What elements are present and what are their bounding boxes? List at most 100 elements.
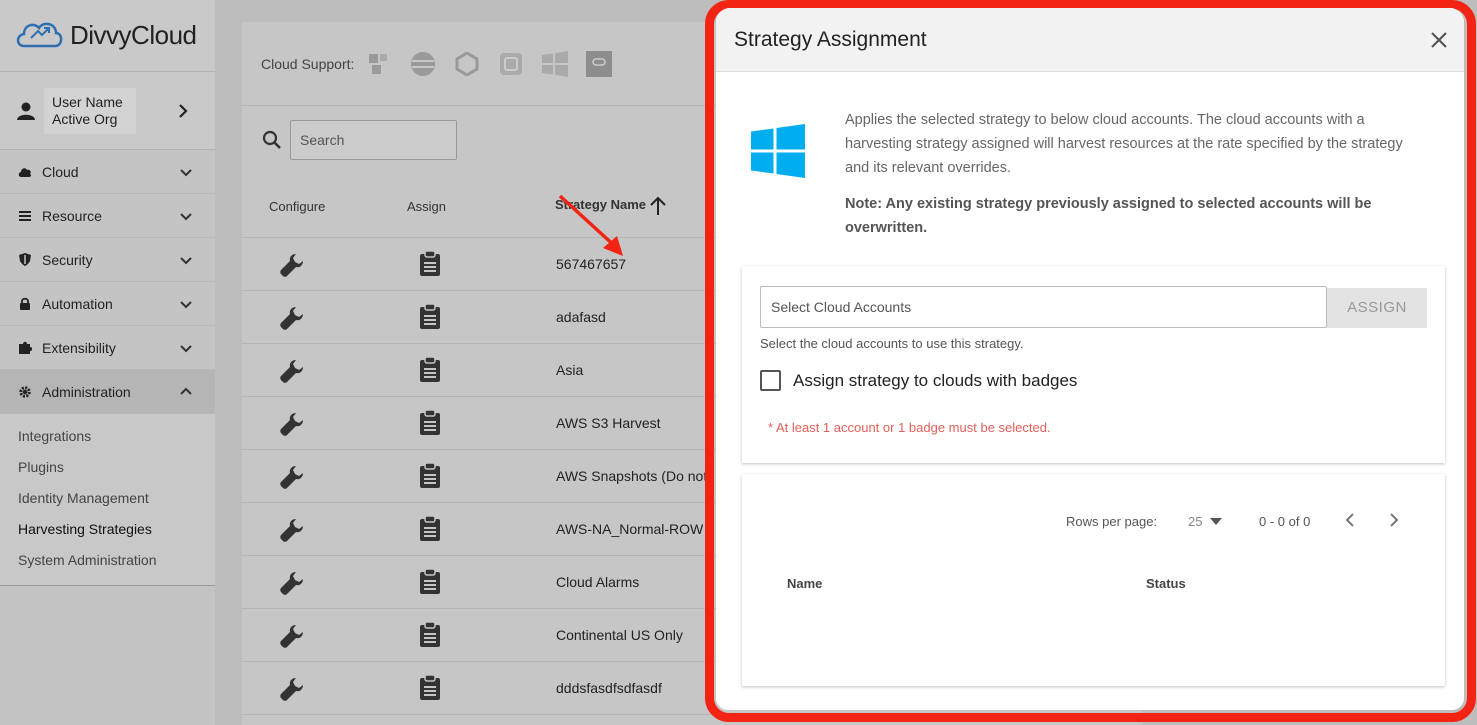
clipboard-icon[interactable] [419,568,441,600]
strategy-name[interactable]: AWS Snapshots (Do not [556,468,707,484]
strategy-name[interactable]: Continental US Only [556,627,683,643]
sidebar: DivvyCloud User Name Active Org Cloud Re… [0,0,215,725]
helper-text: Select the cloud accounts to use this st… [760,336,1024,351]
clipboard-icon[interactable] [419,515,441,547]
chevron-right-icon[interactable] [177,103,189,119]
globe-cloud-icon [410,51,436,77]
submenu-item-identity-management[interactable]: Identity Management [0,482,215,513]
strategy-name[interactable]: dddsfasdfsdfasdf [556,680,662,696]
strategy-assignment-modal: Strategy Assignment Applies the selected… [716,8,1464,710]
badge-checkbox-label[interactable]: Assign strategy to clouds with badges [793,371,1077,391]
select-cloud-accounts-input[interactable]: Select Cloud Accounts [760,286,1327,328]
accounts-table-panel: Rows per page: 25 0 - 0 of 0 Name Status [742,474,1445,686]
search-icon [262,130,282,155]
assign-button[interactable]: ASSIGN [1327,288,1427,328]
clipboard-icon[interactable] [419,674,441,706]
administration-submenu: Integrations Plugins Identity Management… [0,414,215,586]
page-range: 0 - 0 of 0 [1259,514,1311,529]
hexagon-cloud-icon [454,51,480,77]
sidebar-item-label: Automation [42,295,113,312]
windows-cloud-icon [542,50,569,77]
chevron-up-icon [180,387,192,395]
sidebar-item-label: Extensibility [42,339,116,356]
puzzle-icon [18,341,32,355]
sidebar-item-resource[interactable]: Resource [0,194,215,238]
sidebar-item-label: Administration [42,383,131,400]
submenu-item-system-administration[interactable]: System Administration [0,544,215,575]
clipboard-icon[interactable] [419,303,441,335]
clipboard-icon[interactable] [419,621,441,653]
strategy-name[interactable]: Cloud Alarms [556,574,639,590]
assign-panel: Select Cloud Accounts ASSIGN Select the … [742,266,1445,463]
aws-icon [366,51,392,77]
column-status[interactable]: Status [1146,576,1186,591]
cloud-icon [18,165,32,179]
cloud-support-label: Cloud Support: [261,55,355,72]
chevron-right-icon[interactable] [1387,512,1401,528]
wrench-icon[interactable] [279,252,305,283]
clipboard-icon[interactable] [419,462,441,494]
badge-checkbox[interactable] [760,370,781,391]
strategy-name[interactable]: AWS-NA_Normal-ROW [556,521,703,537]
modal-note: Note: Any existing strategy previously a… [845,196,1372,236]
sidebar-item-extensibility[interactable]: Extensibility [0,326,215,370]
user-name: User Name [52,93,123,110]
sidebar-item-label: Resource [42,207,102,224]
modal-description: Applies the selected strategy to below c… [845,112,1403,176]
badge-checkbox-row[interactable]: Assign strategy to clouds with badges [760,370,1077,391]
submenu-item-integrations[interactable]: Integrations [0,420,215,451]
square-cloud-icon [498,51,524,77]
user-info: User Name Active Org [44,87,136,134]
rows-per-page-value: 25 [1188,514,1203,529]
wrench-icon[interactable] [279,623,305,654]
divvycloud-logo-icon [16,22,63,47]
wrench-icon[interactable] [279,570,305,601]
column-assign: Assign [407,199,447,214]
logo[interactable]: DivvyCloud [0,0,215,72]
user-org: Active Org [52,110,118,127]
clipboard-icon[interactable] [419,356,441,388]
sort-arrow-up-icon[interactable] [649,196,667,216]
submenu-item-plugins[interactable]: Plugins [0,451,215,482]
clipboard-icon[interactable] [419,250,441,282]
sidebar-item-automation[interactable]: Automation [0,282,215,326]
column-name[interactable]: Name [787,576,822,591]
modal-header: Strategy Assignment [716,8,1464,72]
chevron-down-icon [180,344,192,352]
validation-error: * At least 1 account or 1 badge must be … [768,420,1051,435]
wrench-icon[interactable] [279,464,305,495]
clipboard-icon[interactable] [419,409,441,441]
user-menu[interactable]: User Name Active Org [0,72,215,150]
user-icon [17,102,35,120]
chevron-down-icon [180,300,192,308]
chevron-left-icon[interactable] [1343,512,1357,528]
sidebar-item-cloud[interactable]: Cloud [0,150,215,194]
wrench-icon[interactable] [279,517,305,548]
wrench-icon[interactable] [279,411,305,442]
wrench-icon[interactable] [279,676,305,707]
sidebar-item-label: Cloud [42,163,79,180]
close-icon[interactable] [1430,31,1448,49]
search-input[interactable]: Search [290,120,457,160]
lock-icon [18,297,32,311]
chevron-down-icon [180,168,192,176]
windows-logo-icon [751,124,805,178]
submenu-item-harvesting-strategies[interactable]: Harvesting Strategies [0,513,215,544]
wrench-icon[interactable] [279,305,305,336]
sidebar-item-label: Security [42,251,93,268]
sidebar-item-security[interactable]: Security [0,238,215,282]
chevron-down-icon [180,212,192,220]
strategy-name[interactable]: adafasd [556,309,606,325]
column-configure: Configure [269,199,326,214]
rows-per-page-select[interactable]: 25 [1188,514,1223,529]
wrench-icon[interactable] [279,358,305,389]
shield-icon [18,253,32,267]
sidebar-item-administration[interactable]: Administration [0,370,215,414]
strategy-name[interactable]: Asia [556,362,583,378]
caret-down-icon [1210,517,1223,525]
gear-icon [18,385,32,399]
oracle-cloud-icon [586,50,613,77]
annotation-arrow [558,194,623,256]
rows-per-page-label: Rows per page: [1066,514,1158,529]
strategy-name[interactable]: AWS S3 Harvest [556,415,661,431]
